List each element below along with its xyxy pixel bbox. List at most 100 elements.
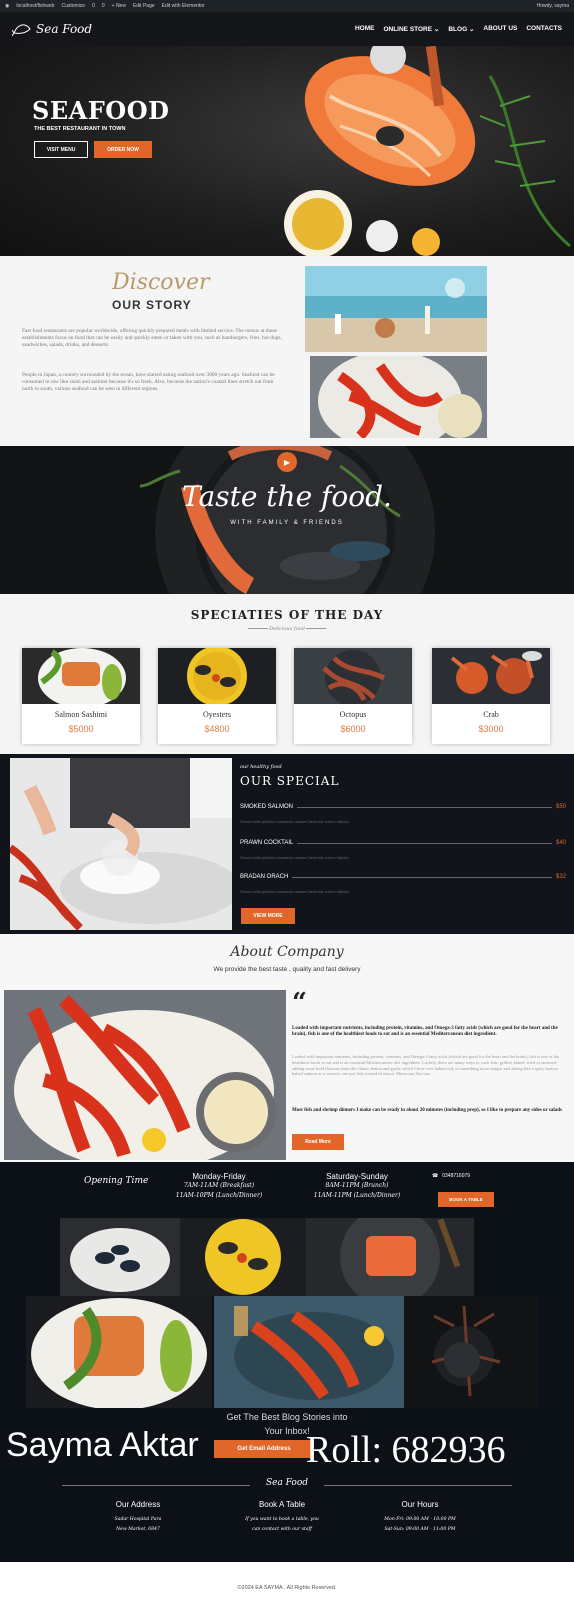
gallery-lobster-dark-image [404,1296,538,1408]
nav-item-about[interactable]: ABOUT US [483,25,517,33]
specialty-price: $4800 [204,724,230,734]
story-paragraph-2: People in Japan, a country surrounded by… [22,372,275,392]
footer-address: Our Address Sadar Hospital Para New Mark… [68,1500,208,1535]
about-company-section: About Company We provide the best taste … [0,934,574,1162]
salmon-sashimi-image [22,648,140,704]
chef-plating-image [10,758,232,930]
fish-logo-icon [12,24,31,37]
special-item-price: $40 [555,840,566,846]
lobster-plate-image [310,356,487,438]
admin-customize-link[interactable]: Customize [61,3,85,9]
crab-image [432,648,550,704]
taste-title: Taste the food. [182,480,392,513]
opening-label: Opening Time [84,1176,149,1186]
overlay-roll: Roll: 682936 [306,1429,506,1471]
site-logo[interactable]: Sea Food [12,21,92,37]
newsletter-line-1: Get The Best Blog Stories into [226,1412,348,1422]
wordpress-icon[interactable]: ◉ [5,3,9,9]
copyright-text: ©2024 EA SAYMA . All Rights Reserved. [237,1585,337,1591]
about-paragraph-3: Most fish and shrimp dinners I make can … [292,1108,562,1113]
admin-bar: ◉ localhost/fishweb Customize 0 0 + New … [0,0,574,12]
hero-subtitle: THE BEST RESTAURANT IN TOWN [34,126,126,132]
newsletter-email-button[interactable]: Get Email Address [214,1440,314,1458]
special-item-price: $50 [555,804,566,810]
special-item-price: $32 [555,874,566,880]
nav-item-online-store[interactable]: ONLINE STORE ⌄ [383,25,439,33]
gallery-salmon-plate-image [26,1296,212,1408]
read-more-button[interactable]: Read More [292,1134,344,1150]
taste-subtitle: WITH FAMILY & FRIENDS [230,520,344,526]
visit-menu-button[interactable]: VISIT MENU [34,141,88,158]
nav-item-blog[interactable]: BLOG ⌄ [448,25,474,33]
admin-comments-count[interactable]: 0 [102,3,105,9]
specialty-name: Octopus [339,710,367,719]
specialty-price: $5000 [68,724,94,734]
about-paragraph-2: Loaded with important nutrients, includi… [292,1054,560,1077]
weekdays-line-2: 11AM-10PM (Lunch/Dinner) [175,1192,263,1199]
specialty-card[interactable]: Salmon Sashimi $5000 [22,648,140,744]
about-paragraph-1: Loaded with important nutrients, includi… [292,1026,558,1038]
admin-new-link[interactable]: + New [112,3,126,9]
admin-edit-page-link[interactable]: Edit Page [133,3,155,9]
special-item-name: BRADAN ORACH [240,874,289,880]
footer-book-line-1: If you want to book a table, you [245,1517,319,1522]
phone-number: 0348716079 [442,1173,471,1179]
page: { "admin_bar": { "items": ["localhost/fi… [0,0,574,1614]
main-nav: Sea Food HOME ONLINE STORE ⌄ BLOG ⌄ ABOU… [0,12,574,46]
specialty-name: Salmon Sashimi [54,710,108,719]
specialty-price: $6000 [340,724,366,734]
special-item: SMOKED SALMON $50 Served with pickled cuc… [240,804,566,824]
special-item: PRAWN COCKTAIL $40 Served with pickled cu… [240,840,566,860]
story-script-title: Discover [112,270,210,295]
special-item-name: PRAWN COCKTAIL [240,840,294,846]
order-now-button[interactable]: ORDER NOW [94,141,152,158]
footer-hours: Our Hours Mon-Fri: 09:00 AM - 10:00 PM S… [350,1500,490,1535]
chevron-down-icon: ⌄ [433,26,440,33]
divider [297,842,552,844]
oysters-image [158,648,276,704]
about-tagline: We provide the best taste , quality and … [213,966,361,973]
specialty-name: Oyesters [203,710,231,719]
view-more-button[interactable]: VIEW MORE [241,908,295,924]
specialty-card[interactable]: Octopus $6000 [294,648,412,744]
admin-elementor-link[interactable]: Edit with Elementor [162,3,205,9]
footer-book: Book A Table If you want to book a table… [212,1500,352,1535]
nav-item-contacts[interactable]: CONTACTS [526,25,562,33]
divider [297,806,552,808]
play-icon[interactable]: ▶ [277,452,297,472]
taste-banner: ▶ Taste the food. WITH FAMILY & FRIENDS [0,446,574,594]
special-script: our healthy food [240,764,282,770]
nav-item-home[interactable]: HOME [355,25,375,33]
special-item: BRADAN ORACH $32 Served with pickled cucu… [240,874,566,894]
chevron-down-icon: ⌄ [468,26,475,33]
weekend-title: Saturday-Sunday [326,1172,388,1181]
salmon-steak-image [284,46,571,256]
special-item-desc: Served with pickled cucumber roasted bee… [240,855,349,860]
specialty-card[interactable]: Crab $3000 [432,648,550,744]
quote-icon: “ [292,988,307,1018]
octopus-image [294,648,412,704]
overlay-name: Sayma Aktar [6,1426,199,1464]
nav-item-label: ONLINE STORE [383,26,433,33]
specialty-card[interactable]: Oyesters $4800 [158,648,276,744]
gallery-oysters-image [180,1218,306,1296]
logo-text: Sea Food [36,22,93,36]
admin-updates-count[interactable]: 0 [92,3,95,9]
divider [292,876,552,878]
footer-address-line-1: Sadar Hospital Para [114,1517,162,1522]
specialties-title: SPECIATIES OF THE DAY [190,608,384,622]
admin-greeting[interactable]: Howdy, sayma [537,3,569,9]
divider [247,628,268,630]
gallery-lobster-table-image [214,1296,404,1408]
book-table-button[interactable]: BOOK A TABLE [438,1192,494,1207]
divider [306,628,327,630]
gallery-mussels-image [60,1218,180,1296]
our-story-section: Discover OUR STORY Fast food restaurants… [0,256,574,446]
footer-address-title: Our Address [115,1500,161,1509]
specialty-price: $3000 [478,724,504,734]
beach-dining-image [305,266,487,352]
story-title: OUR STORY [112,298,192,312]
nav-menu: HOME ONLINE STORE ⌄ BLOG ⌄ ABOUT US CONT… [355,25,562,33]
phone-contact[interactable]: ☎ 0348716079 [432,1173,470,1179]
admin-site-link[interactable]: localhost/fishweb [16,3,54,9]
